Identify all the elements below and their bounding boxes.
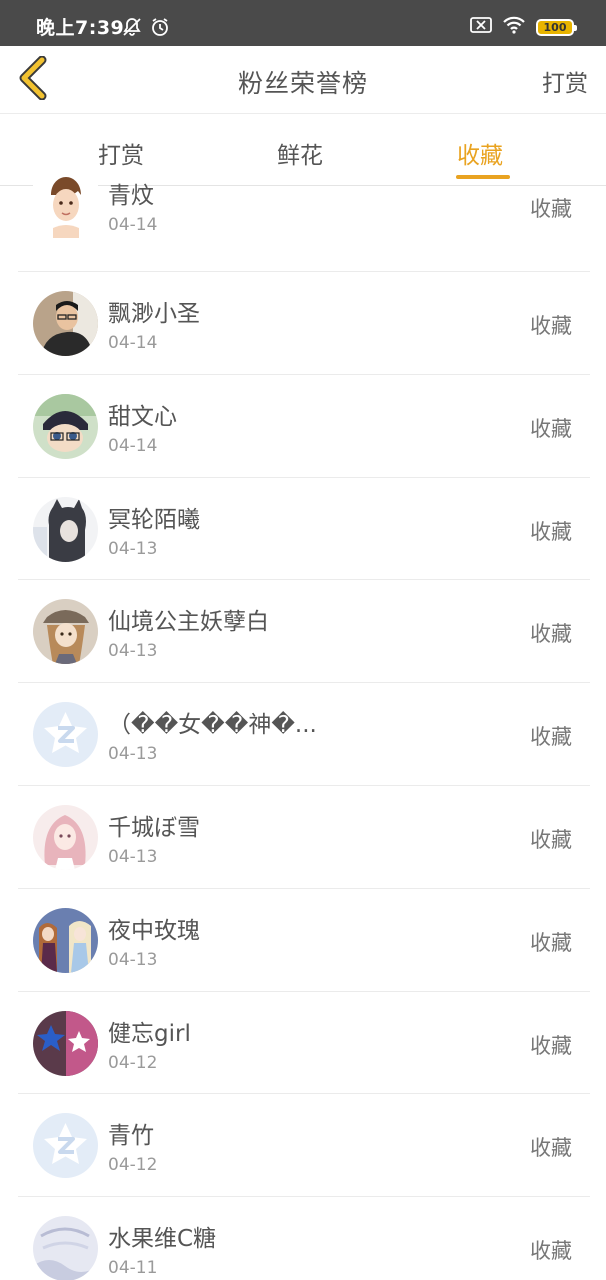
user-name: 千城ぼ雪	[108, 814, 200, 841]
user-name: 飘渺小圣	[108, 301, 200, 327]
favorite-date: 04-13	[108, 744, 158, 765]
user-name: 青竹	[108, 1123, 154, 1150]
list-item[interactable]: 飘渺小圣 04-14 收藏	[18, 272, 590, 375]
user-name: 青炆	[108, 183, 154, 209]
alarm-icon	[150, 17, 170, 41]
favorite-date: 04-13	[108, 846, 158, 867]
list-item[interactable]: 水果维C糖 04-11 收藏	[18, 1197, 590, 1280]
user-name: 仙境公主妖孽白	[108, 609, 269, 636]
avatar	[33, 496, 98, 562]
favorite-status: 收藏	[530, 197, 572, 221]
avatar	[33, 907, 98, 973]
favorite-status: 收藏	[530, 827, 572, 852]
nav-bar: 粉丝荣誉榜 打赏	[0, 46, 606, 114]
list-item[interactable]: 健忘girl 04-12 收藏	[18, 992, 590, 1095]
sim-off-icon	[470, 16, 492, 38]
avatar	[33, 1010, 98, 1076]
user-name: （��女��神�...	[108, 712, 317, 739]
avatar	[33, 173, 98, 238]
page-title: 粉丝荣誉榜	[237, 69, 368, 98]
user-name: 水果维C糖	[108, 1226, 217, 1253]
favorite-status: 收藏	[530, 1033, 572, 1058]
list-item[interactable]: 青竹 04-12 收藏	[18, 1094, 590, 1198]
favorite-date: 04-14	[108, 215, 158, 235]
user-name: 冥轮陌曦	[108, 506, 200, 533]
favorite-date: 04-13	[108, 538, 158, 559]
tab-flowers[interactable]: 鲜花	[277, 136, 323, 170]
reward-button[interactable]: 打赏	[542, 64, 588, 98]
list-item[interactable]: 甜文心 04-14 收藏	[18, 375, 590, 478]
favorite-date: 04-12	[108, 1155, 158, 1176]
list-item[interactable]: 夜中玫瑰 04-13 收藏	[18, 889, 590, 992]
list-item[interactable]: 冥轮陌曦 04-13 收藏	[18, 478, 590, 581]
battery-indicator: 100	[536, 18, 577, 36]
favorite-status: 收藏	[530, 725, 572, 750]
avatar	[33, 1216, 98, 1280]
bell-muted-icon	[122, 17, 142, 41]
favorite-status: 收藏	[530, 416, 572, 441]
favorite-date: 04-13	[108, 641, 158, 662]
favorite-date: 04-14	[108, 333, 158, 353]
favorite-date: 04-11	[108, 1258, 158, 1279]
favorite-status: 收藏	[530, 622, 572, 647]
tab-reward[interactable]: 打赏	[98, 136, 144, 170]
list-item[interactable]: 仙境公主妖孽白 04-13 收藏	[18, 580, 590, 684]
status-time: 晚上7:39	[36, 17, 125, 39]
list-item[interactable]: 青炆 04-14 收藏	[18, 170, 590, 272]
favorite-status: 收藏	[530, 519, 572, 544]
avatar	[33, 1113, 98, 1179]
list-item[interactable]: （��女��神�... 04-13 收藏	[18, 683, 590, 786]
avatar	[33, 393, 98, 459]
favorite-date: 04-14	[108, 435, 158, 456]
favorite-status: 收藏	[530, 1136, 572, 1161]
wifi-icon	[502, 16, 526, 38]
avatar	[33, 291, 98, 356]
avatar	[33, 599, 98, 665]
favorite-status: 收藏	[530, 930, 572, 955]
fan-list: 青炆 04-14 收藏 飘渺小圣 04-14 收藏 甜文心 04-14 收藏 冥…	[18, 170, 590, 1280]
list-item[interactable]: 千城ぼ雪 04-13 收藏	[18, 786, 590, 889]
user-name: 甜文心	[108, 403, 177, 430]
status-bar: 晚上7:39 100	[0, 0, 606, 46]
user-name: 夜中玫瑰	[108, 917, 200, 944]
tab-favorites[interactable]: 收藏	[457, 136, 503, 170]
favorite-date: 04-13	[108, 949, 158, 970]
favorite-status: 收藏	[530, 1239, 572, 1264]
avatar	[33, 702, 98, 768]
avatar	[33, 804, 98, 870]
favorite-date: 04-12	[108, 1052, 158, 1073]
favorite-status: 收藏	[530, 314, 572, 338]
user-name: 健忘girl	[108, 1020, 191, 1047]
